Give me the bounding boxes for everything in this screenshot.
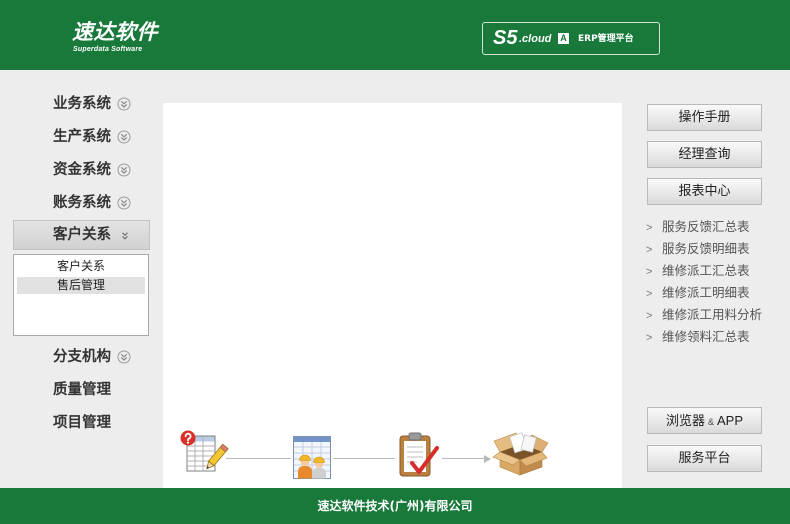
chevron-right-icon: > <box>646 332 653 344</box>
chevron-right-icon: > <box>646 244 653 256</box>
nav-item-project-management[interactable]: 项目管理 <box>13 408 150 438</box>
report-link[interactable]: > 服务反馈明细表 <box>646 238 786 260</box>
report-link-label: 服务反馈明细表 <box>662 241 750 256</box>
nav-item-production-system[interactable]: 生产系统 <box>13 122 150 152</box>
nav-item-branches[interactable]: 分支机构 <box>13 342 150 372</box>
chevron-circle-down-icon <box>117 163 131 177</box>
logo-text: 速达软件 <box>72 20 158 44</box>
chevron-circle-down-icon <box>117 130 131 144</box>
operation-manual-button[interactable]: 操作手册 <box>647 104 762 131</box>
report-link[interactable]: > 维修派工汇总表 <box>646 260 786 282</box>
nav-item-accounting-system[interactable]: 账务系统 <box>13 188 150 218</box>
submenu-item-customer-relations[interactable]: 客户关系 <box>17 258 145 275</box>
button-label: 浏览器 <box>665 414 705 429</box>
arrow-right-icon <box>484 454 491 463</box>
report-link-label: 服务反馈汇总表 <box>662 219 750 234</box>
double-chevron-down-icon <box>122 232 128 240</box>
report-link-label: 维修派工用料分析 <box>662 307 763 322</box>
report-center-button[interactable]: 报表中心 <box>647 178 762 205</box>
workflow-arrow-line <box>442 458 486 459</box>
workflow-connector <box>333 458 395 459</box>
nav-item-label: 项目管理 <box>53 415 111 431</box>
product-edition-badge: A <box>558 33 569 44</box>
chevron-circle-down-icon <box>117 97 131 111</box>
submenu-item-after-sales[interactable]: 售后管理 <box>17 277 145 294</box>
staff-dispatch-icon[interactable] <box>291 434 333 482</box>
logo-subtitle: Superdata Software <box>73 46 143 53</box>
service-platform-button[interactable]: 服务平台 <box>647 445 762 472</box>
chevron-circle-down-icon <box>117 350 131 364</box>
main-content-panel <box>163 103 622 488</box>
report-link-label: 维修领料汇总表 <box>662 329 750 344</box>
report-link[interactable]: > 维修领料汇总表 <box>646 326 786 348</box>
report-link-label: 维修派工汇总表 <box>662 263 750 278</box>
nav-item-label: 客户关系 <box>53 227 111 243</box>
top-header: 速达软件 Superdata Software S5 .cloud A ERP管… <box>0 0 790 70</box>
product-platform-label: ERP管理平台 <box>578 34 634 44</box>
nav-item-label: 账务系统 <box>53 195 111 211</box>
footer-bar: 速达软件技术(广州)有限公司 <box>0 488 790 524</box>
nav-item-finance-system[interactable]: 资金系统 <box>13 155 150 185</box>
customer-relations-submenu: 客户关系 售后管理 <box>13 254 149 336</box>
button-label-suffix: APP <box>717 413 744 428</box>
product-banner: S5 .cloud A ERP管理平台 <box>482 22 660 55</box>
nav-item-label: 分支机构 <box>53 349 111 365</box>
chevron-right-icon: > <box>646 266 653 278</box>
chevron-right-icon: > <box>646 310 653 322</box>
product-name: S5 <box>493 27 518 49</box>
nav-item-label: 业务系统 <box>53 96 111 112</box>
product-suffix: .cloud <box>519 33 552 45</box>
nav-item-business-system[interactable]: 业务系统 <box>13 89 150 119</box>
manager-query-button[interactable]: 经理查询 <box>647 141 762 168</box>
browser-app-button[interactable]: 浏览器 & APP <box>647 407 762 434</box>
report-link[interactable]: > 维修派工明细表 <box>646 282 786 304</box>
nav-item-label: 质量管理 <box>53 382 111 398</box>
chevron-right-icon: > <box>646 288 653 300</box>
nav-item-customer-relations[interactable]: 客户关系 <box>13 220 150 250</box>
nav-item-label: 资金系统 <box>53 162 111 178</box>
report-link[interactable]: > 服务反馈汇总表 <box>646 216 786 238</box>
chevron-right-icon: > <box>646 222 653 234</box>
workflow-connector <box>226 458 291 459</box>
open-box-icon[interactable] <box>492 428 549 478</box>
nav-item-quality-management[interactable]: 质量管理 <box>13 375 150 405</box>
report-link[interactable]: > 维修派工用料分析 <box>646 304 786 326</box>
chevron-circle-down-icon <box>117 196 131 210</box>
form-entry-icon[interactable] <box>180 429 229 475</box>
nav-item-label: 生产系统 <box>53 129 111 145</box>
report-list: > 服务反馈汇总表 > 服务反馈明细表 > 维修派工汇总表 > 维修派工明细表 > 维修派… <box>646 216 786 348</box>
footer-company-name: 速达软件技术(广州)有限公司 <box>317 499 473 513</box>
report-link-label: 维修派工明细表 <box>662 285 750 300</box>
brand-logo: 速达软件 Superdata Software <box>72 19 172 55</box>
checklist-icon[interactable] <box>395 430 442 480</box>
ampersand: & <box>707 417 714 427</box>
